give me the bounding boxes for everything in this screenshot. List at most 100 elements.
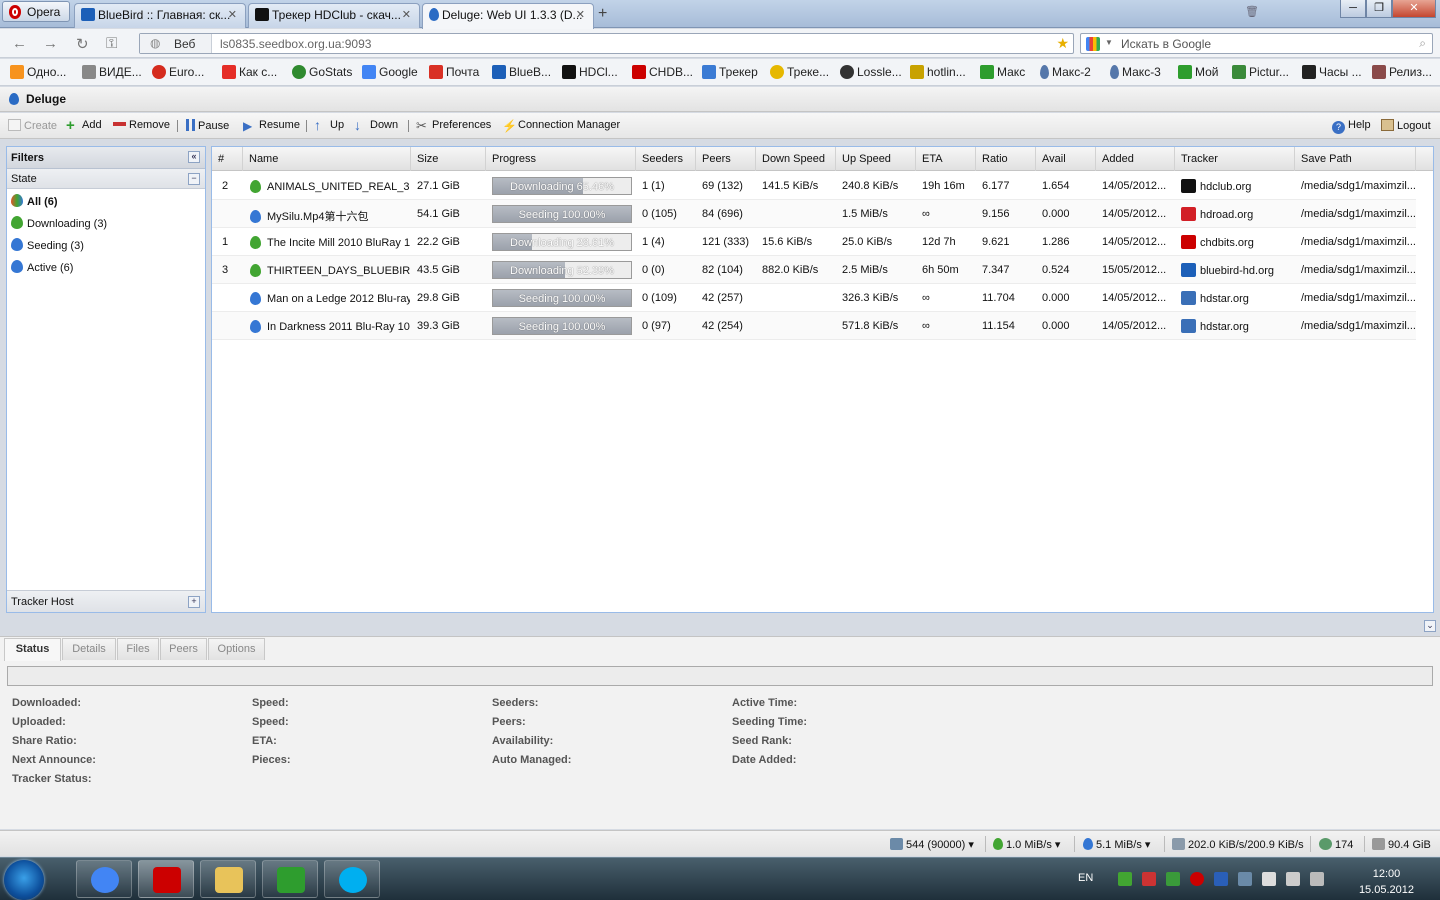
bookmark-item[interactable]: Одно... — [10, 65, 66, 79]
column-header-up-speed[interactable]: Up Speed — [836, 147, 916, 171]
minimize-button[interactable]: ─ — [1340, 0, 1366, 18]
url-text[interactable]: ls0835.seedbox.org.ua:9093 — [220, 37, 371, 51]
browser-tab-hdclub[interactable]: Трекер HDClub - скач... ✕ — [248, 3, 420, 28]
panel-splitter[interactable]: ⌄ — [0, 618, 1440, 634]
bookmark-item[interactable]: Google — [362, 65, 418, 79]
column-header-peers[interactable]: Peers — [696, 147, 756, 171]
upload-limit-status[interactable]: 5.1 MiB/s ▾ — [1083, 838, 1150, 851]
create-button[interactable]: Create — [8, 119, 57, 132]
bookmark-item[interactable]: hotlin... — [910, 65, 966, 79]
download-limit-status[interactable]: 1.0 MiB/s ▾ — [993, 838, 1060, 851]
language-indicator[interactable]: EN — [1078, 872, 1093, 884]
browser-tab-bluebird[interactable]: BlueBird :: Главная: ск... ✕ — [74, 3, 246, 28]
tracker-host-section[interactable]: Tracker Host + — [7, 590, 205, 612]
tray-app-icon[interactable] — [1238, 872, 1252, 886]
back-icon[interactable]: ← — [12, 35, 27, 52]
torrent-row[interactable]: 2 ANIMALS_UNITED_REAL_3D 27.1 GiB Downloadi… — [212, 172, 1416, 200]
bookmark-item[interactable]: Макс-2 — [1040, 65, 1091, 79]
bookmark-item[interactable]: Мой — [1178, 65, 1219, 79]
bookmark-item[interactable]: Pictur... — [1232, 65, 1289, 79]
reload-icon[interactable]: ↻ — [76, 35, 89, 53]
bookmark-item[interactable]: Треке... — [770, 65, 829, 79]
logout-button[interactable]: Logout — [1381, 119, 1431, 132]
filter-downloading[interactable]: Downloading (3) — [7, 211, 205, 233]
address-field[interactable]: ◍ Веб ls0835.seedbox.org.ua:9093 ★ — [139, 33, 1074, 54]
connection-manager-button[interactable]: ⚡Connection Manager — [502, 119, 620, 133]
column-header-added[interactable]: Added — [1096, 147, 1175, 171]
bookmark-item[interactable]: Как с... — [222, 65, 277, 79]
bookmark-item[interactable]: Макс-3 — [1110, 65, 1161, 79]
column-header-tracker[interactable]: Tracker — [1175, 147, 1295, 171]
search-icon[interactable]: ⌕ — [1419, 36, 1426, 51]
chrome-app-button[interactable] — [76, 860, 132, 898]
bookmark-item[interactable]: Lossle... — [840, 65, 902, 79]
torrent-row[interactable]: 1 The Incite Mill 2010 BluRay 1080p 22.2 G… — [212, 228, 1416, 256]
bookmark-item[interactable]: GoStats — [292, 65, 352, 79]
tray-utorrent-icon[interactable] — [1118, 872, 1132, 886]
tray-volume-icon[interactable] — [1310, 872, 1324, 886]
bookmark-item[interactable]: Часы ... — [1302, 65, 1362, 79]
pause-button[interactable]: Pause — [186, 119, 229, 132]
filter-active[interactable]: Active (6) — [7, 255, 205, 277]
preferences-button[interactable]: ✂ Preferences — [416, 119, 491, 132]
torrent-row[interactable]: 3 THIRTEEN_DAYS_BLUEBIRD 43.5 GiB Downloadi… — [212, 256, 1416, 284]
tray-network-icon[interactable] — [1142, 872, 1156, 886]
restore-button[interactable]: ❐ — [1366, 0, 1392, 18]
remove-button[interactable]: Remove — [113, 119, 170, 131]
bookmark-item[interactable]: BlueB... — [492, 65, 551, 79]
tab-status[interactable]: Status — [4, 638, 61, 661]
skype-app-button[interactable] — [324, 860, 380, 898]
bookmark-item[interactable]: Трекер — [702, 65, 758, 79]
help-button[interactable]: ? Help — [1332, 119, 1371, 134]
bookmark-item[interactable]: ВИДЕ... — [82, 65, 142, 79]
torrent-row[interactable]: MySilu.Mp4第十六包 54.1 GiB Seeding 100.00% 0 (… — [212, 200, 1416, 228]
tab-peers[interactable]: Peers — [160, 638, 207, 660]
expand-section-icon[interactable]: + — [188, 596, 200, 608]
bookmark-item[interactable]: Почта — [429, 65, 479, 79]
column-header-seeders[interactable]: Seeders — [636, 147, 696, 171]
explorer-app-button[interactable] — [200, 860, 256, 898]
collapse-down-icon[interactable]: ⌄ — [1424, 620, 1436, 632]
chevron-down-icon[interactable]: ▼ — [1105, 38, 1113, 47]
close-tab-icon[interactable]: ✕ — [576, 8, 585, 21]
close-tab-icon[interactable]: ✕ — [402, 8, 411, 21]
web-badge[interactable]: ◍ Веб — [140, 34, 212, 53]
browser-tab-deluge[interactable]: Deluge: Web UI 1.3.3 (D... ✕ — [422, 3, 594, 29]
column-header-avail[interactable]: Avail — [1036, 147, 1096, 171]
column-header-name[interactable]: Name — [243, 147, 411, 171]
new-tab-button[interactable]: + — [598, 5, 607, 23]
bookmark-star-icon[interactable]: ★ — [1056, 35, 1069, 52]
search-input[interactable]: ▼ Искать в Google ⌕ — [1080, 33, 1433, 54]
torrent-row[interactable]: Man on a Ledge 2012 Blu-ray 29.8 GiB Seedi… — [212, 284, 1416, 312]
column-header-save-path[interactable]: Save Path — [1295, 147, 1416, 171]
column-header-queue[interactable]: # — [212, 147, 243, 171]
trash-icon[interactable]: 🗑 — [1238, 4, 1266, 22]
tray-monitor-icon[interactable] — [1286, 872, 1300, 886]
queue-up-button[interactable]: ↑ Up — [314, 118, 344, 132]
utorrent-app-button[interactable] — [262, 860, 318, 898]
filter-all[interactable]: All (6) — [7, 189, 205, 211]
tray-security-icon[interactable] — [1166, 872, 1180, 886]
bookmark-item[interactable]: Макс — [980, 65, 1025, 79]
bookmark-item[interactable]: Euro... — [152, 65, 204, 79]
filter-seeding[interactable]: Seeding (3) — [7, 233, 205, 255]
bookmark-item[interactable]: Релиз... — [1372, 65, 1432, 79]
bookmark-item[interactable]: HDCl... — [562, 65, 618, 79]
tray-bluetooth-icon[interactable] — [1214, 872, 1228, 886]
resume-button[interactable]: ▶ Resume — [243, 119, 300, 133]
torrent-row[interactable]: In Darkness 2011 Blu-Ray 1080p 39.3 GiB Se… — [212, 312, 1416, 340]
start-button[interactable] — [4, 860, 44, 900]
column-header-size[interactable]: Size — [411, 147, 486, 171]
tab-options[interactable]: Options — [208, 638, 265, 660]
tab-files[interactable]: Files — [117, 638, 159, 660]
clock[interactable]: 12:00 15.05.2012 — [1359, 866, 1414, 898]
queue-down-button[interactable]: ↓ Down — [354, 118, 398, 132]
column-header-eta[interactable]: ETA — [916, 147, 976, 171]
column-header-ratio[interactable]: Ratio — [976, 147, 1036, 171]
key-icon[interactable]: ⚿ — [106, 35, 117, 52]
tray-flag-icon[interactable] — [1262, 872, 1276, 886]
opera-menu-button[interactable]: Opera — [2, 1, 70, 22]
collapse-section-icon[interactable]: − — [188, 173, 200, 185]
opera-app-button[interactable] — [138, 860, 194, 898]
column-header-down-speed[interactable]: Down Speed — [756, 147, 836, 171]
